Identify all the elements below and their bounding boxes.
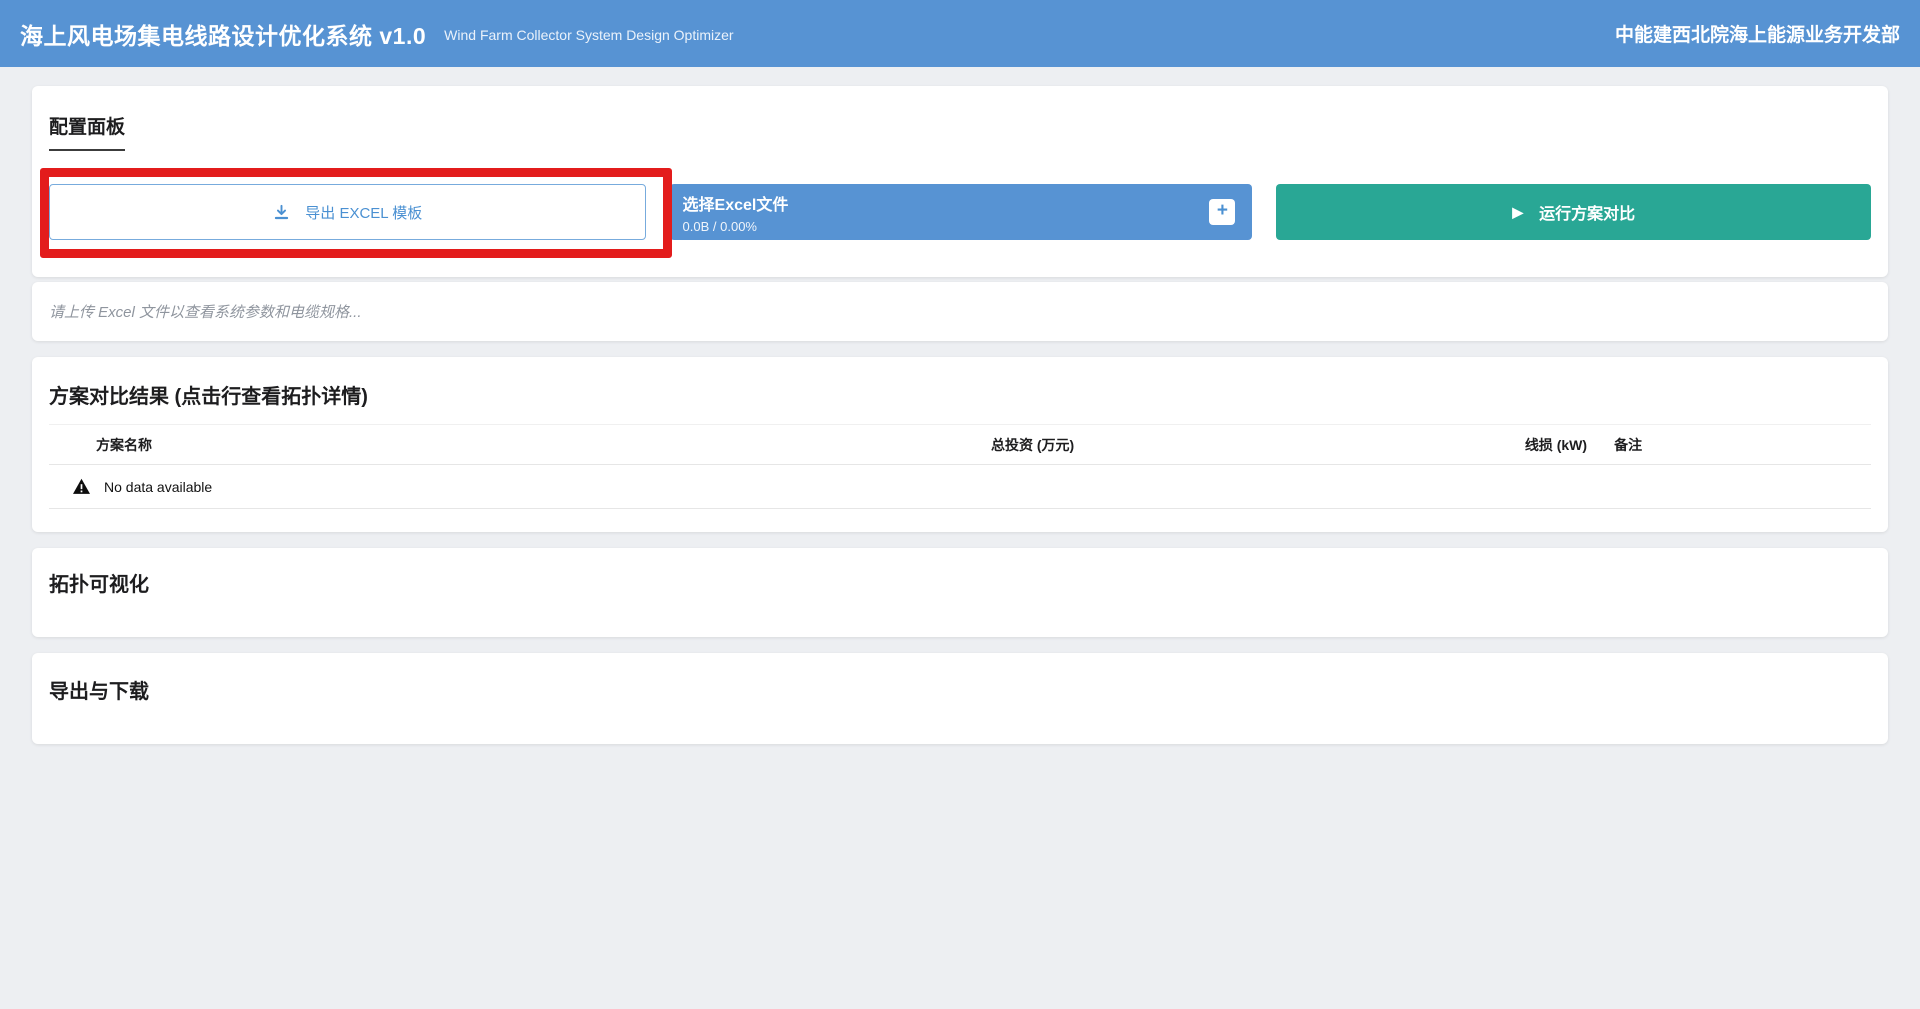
- app-title: 海上风电场集电线路设计优化系统 v1.0: [20, 17, 426, 51]
- config-actions-row: 导出 EXCEL 模板 选择Excel文件 0.0B / 0.00% + ▶ 运…: [49, 184, 1871, 240]
- upload-text-block: 选择Excel文件 0.0B / 0.00%: [683, 191, 789, 234]
- app-subtitle: Wind Farm Collector System Design Optimi…: [444, 27, 733, 43]
- column-header-remarks: 备注: [1614, 435, 1642, 455]
- topology-heading: 拓扑可视化: [49, 568, 1871, 597]
- config-panel-card: 配置面板 导出 EXCEL 模板 选择Excel文件 0.0B / 0.00% …: [32, 86, 1888, 277]
- app-header: 海上风电场集电线路设计优化系统 v1.0 Wind Farm Collector…: [0, 0, 1920, 67]
- results-table: 方案名称 总投资 (万元) 线损 (kW) 备注 No data availab…: [49, 424, 1871, 509]
- empty-data-row: No data available: [49, 465, 1871, 509]
- department-label: 中能建西北院海上能源业务开发部: [1615, 20, 1900, 47]
- topology-card: 拓扑可视化: [32, 548, 1888, 637]
- export-excel-template-button[interactable]: 导出 EXCEL 模板: [49, 184, 646, 240]
- results-card: 方案对比结果 (点击行查看拓扑详情) 方案名称 总投资 (万元) 线损 (kW)…: [32, 357, 1888, 532]
- run-comparison-button[interactable]: ▶ 运行方案对比: [1276, 184, 1871, 240]
- results-table-header: 方案名称 总投资 (万元) 线损 (kW) 备注: [49, 425, 1871, 465]
- download-icon: [272, 203, 291, 222]
- export-download-card: 导出与下载: [32, 653, 1888, 744]
- export-excel-template-label: 导出 EXCEL 模板: [305, 202, 422, 223]
- page-content: 配置面板 导出 EXCEL 模板 选择Excel文件 0.0B / 0.00% …: [0, 67, 1920, 744]
- upload-hint-card: 请上传 Excel 文件以查看系统参数和电缆规格...: [32, 282, 1888, 341]
- results-heading: 方案对比结果 (点击行查看拓扑详情): [49, 380, 1871, 409]
- upload-hint-text: 请上传 Excel 文件以查看系统参数和电缆规格...: [49, 301, 1871, 322]
- upload-label: 选择Excel文件: [683, 191, 789, 215]
- column-header-line-loss: 线损 (kW): [1525, 435, 1587, 455]
- export-download-heading: 导出与下载: [49, 675, 1871, 704]
- empty-data-message: No data available: [104, 479, 212, 495]
- column-header-scheme-name: 方案名称: [96, 435, 152, 455]
- run-comparison-label: 运行方案对比: [1539, 200, 1635, 224]
- warning-icon: [72, 478, 91, 495]
- select-excel-file-button[interactable]: 选择Excel文件 0.0B / 0.00% +: [670, 184, 1253, 240]
- plus-icon[interactable]: +: [1209, 199, 1235, 225]
- column-header-total-investment: 总投资 (万元): [991, 435, 1074, 455]
- config-panel-heading: 配置面板: [49, 112, 125, 151]
- upload-progress: 0.0B / 0.00%: [683, 219, 789, 234]
- play-icon: ▶: [1512, 205, 1523, 219]
